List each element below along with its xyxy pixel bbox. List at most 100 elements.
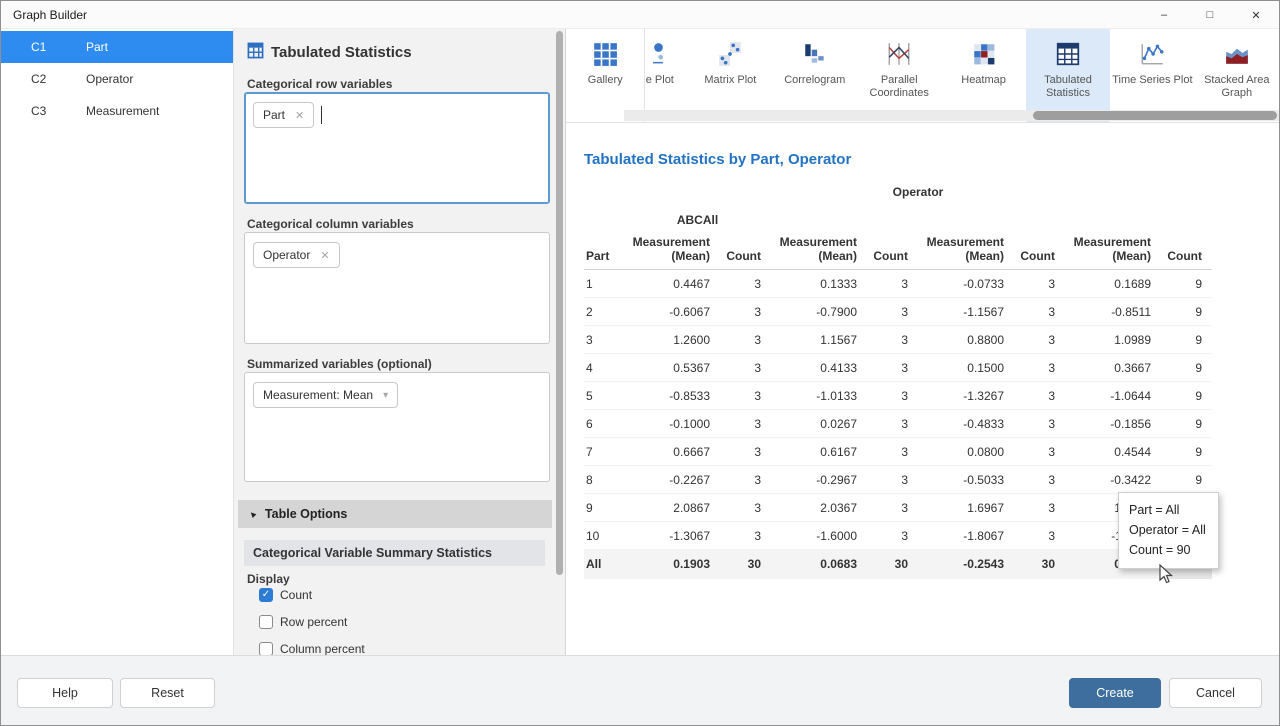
- count-cell[interactable]: 3: [871, 494, 918, 522]
- count-cell[interactable]: 3: [1018, 410, 1065, 438]
- reset-button[interactable]: Reset: [120, 678, 215, 708]
- gallery-item-stacked-area-graph[interactable]: Stacked Area Graph: [1195, 29, 1279, 122]
- count-cell[interactable]: 3: [871, 298, 918, 326]
- mean-cell[interactable]: -0.1000: [624, 410, 724, 438]
- part-cell[interactable]: 1: [584, 270, 624, 298]
- checkbox-box[interactable]: [259, 615, 273, 629]
- mean-cell[interactable]: 1.1567: [771, 326, 871, 354]
- variable-chip-operator[interactable]: Operator ✕: [253, 242, 340, 268]
- part-cell[interactable]: 8: [584, 466, 624, 494]
- mean-cell[interactable]: 0.0267: [771, 410, 871, 438]
- minimize-button[interactable]: –: [1141, 1, 1187, 29]
- count-cell[interactable]: 3: [1018, 438, 1065, 466]
- sidebar-item-measurement[interactable]: C3 Measurement: [1, 95, 233, 127]
- checkbox-box[interactable]: [259, 642, 273, 655]
- count-cell[interactable]: 3: [871, 410, 918, 438]
- count-cell[interactable]: 3: [1018, 326, 1065, 354]
- mean-cell[interactable]: -0.0733: [918, 270, 1018, 298]
- mean-cell[interactable]: -1.3067: [624, 522, 724, 550]
- count-cell[interactable]: 30: [724, 550, 771, 579]
- gallery-item-e-plot[interactable]: e Plot: [645, 29, 688, 122]
- count-cell[interactable]: 9: [1165, 382, 1212, 410]
- count-cell[interactable]: 3: [724, 438, 771, 466]
- count-cell[interactable]: 3: [724, 354, 771, 382]
- maximize-button[interactable]: □: [1187, 1, 1233, 29]
- mean-cell[interactable]: 0.0683: [771, 550, 871, 579]
- part-cell[interactable]: 2: [584, 298, 624, 326]
- chip-remove-icon[interactable]: ✕: [320, 249, 329, 262]
- part-cell[interactable]: 9: [584, 494, 624, 522]
- mean-cell[interactable]: -0.1856: [1065, 410, 1165, 438]
- gallery-scrollbar[interactable]: [624, 110, 1279, 121]
- mean-cell[interactable]: -0.5033: [918, 466, 1018, 494]
- count-cell[interactable]: 9: [1165, 410, 1212, 438]
- count-cell[interactable]: 9: [1165, 326, 1212, 354]
- mean-cell[interactable]: 2.0867: [624, 494, 724, 522]
- mean-cell[interactable]: -0.2267: [624, 466, 724, 494]
- mean-cell[interactable]: -0.8533: [624, 382, 724, 410]
- sidebar-item-operator[interactable]: C2 Operator: [1, 63, 233, 95]
- mean-cell[interactable]: -0.8511: [1065, 298, 1165, 326]
- count-cell[interactable]: 30: [1018, 550, 1065, 579]
- mean-cell[interactable]: 0.1500: [918, 354, 1018, 382]
- count-cell[interactable]: 9: [1165, 354, 1212, 382]
- panel-scrollbar-thumb[interactable]: [556, 31, 563, 575]
- part-cell[interactable]: 10: [584, 522, 624, 550]
- gallery-item-time-series-plot[interactable]: Time Series Plot: [1110, 29, 1194, 122]
- count-cell[interactable]: 3: [871, 354, 918, 382]
- count-cell[interactable]: 3: [724, 326, 771, 354]
- count-cell[interactable]: 3: [1018, 522, 1065, 550]
- gallery-item-parallel-coordinates[interactable]: Parallel Coordinates: [857, 29, 941, 122]
- chevron-down-icon[interactable]: ▾: [383, 390, 388, 401]
- mean-cell[interactable]: 1.0989: [1065, 326, 1165, 354]
- mean-cell[interactable]: -1.8067: [918, 522, 1018, 550]
- count-cell[interactable]: 3: [1018, 466, 1065, 494]
- count-cell[interactable]: 3: [1018, 270, 1065, 298]
- mean-cell[interactable]: -1.1567: [918, 298, 1018, 326]
- count-cell[interactable]: 3: [871, 326, 918, 354]
- gallery-item-matrix-plot[interactable]: Matrix Plot: [688, 29, 772, 122]
- count-cell[interactable]: 3: [871, 466, 918, 494]
- part-cell[interactable]: 3: [584, 326, 624, 354]
- gallery-item-heatmap[interactable]: Heatmap: [941, 29, 1025, 122]
- count-cell[interactable]: 30: [871, 550, 918, 579]
- count-cell[interactable]: 9: [1165, 298, 1212, 326]
- count-cell[interactable]: 3: [724, 270, 771, 298]
- chip-remove-icon[interactable]: ✕: [295, 109, 304, 122]
- gallery-item-gallery[interactable]: Gallery: [566, 29, 645, 122]
- mean-cell[interactable]: 0.8800: [918, 326, 1018, 354]
- mean-cell[interactable]: -0.2967: [771, 466, 871, 494]
- mean-cell[interactable]: 0.5367: [624, 354, 724, 382]
- table-options-header[interactable]: ▲ Table Options: [238, 500, 552, 528]
- count-cell[interactable]: 3: [1018, 494, 1065, 522]
- count-cell[interactable]: 3: [871, 270, 918, 298]
- mean-cell[interactable]: -0.3422: [1065, 466, 1165, 494]
- mean-cell[interactable]: 0.1903: [624, 550, 724, 579]
- gallery-scrollbar-thumb[interactable]: [1033, 111, 1277, 120]
- help-button[interactable]: Help: [17, 678, 113, 708]
- mean-cell[interactable]: 2.0367: [771, 494, 871, 522]
- mean-cell[interactable]: -1.0133: [771, 382, 871, 410]
- mean-cell[interactable]: 0.4467: [624, 270, 724, 298]
- variable-chip-part[interactable]: Part ✕: [253, 102, 314, 128]
- count-cell[interactable]: 3: [724, 522, 771, 550]
- count-cell[interactable]: 3: [724, 466, 771, 494]
- gallery-item-correlogram[interactable]: Correlogram: [773, 29, 857, 122]
- create-button[interactable]: Create: [1069, 678, 1161, 708]
- mean-cell[interactable]: -0.4833: [918, 410, 1018, 438]
- checkbox-count[interactable]: ✓ Count: [259, 588, 312, 602]
- part-cell[interactable]: All: [584, 550, 624, 579]
- mean-cell[interactable]: 1.2600: [624, 326, 724, 354]
- column-variables-dropzone[interactable]: Operator ✕: [244, 232, 550, 344]
- checkbox-box[interactable]: ✓: [259, 588, 273, 602]
- mean-cell[interactable]: 0.6167: [771, 438, 871, 466]
- mean-cell[interactable]: 0.4544: [1065, 438, 1165, 466]
- mean-cell[interactable]: 0.0800: [918, 438, 1018, 466]
- count-cell[interactable]: 3: [724, 382, 771, 410]
- gallery-item-tabulated-statistics[interactable]: Tabulated Statistics: [1026, 29, 1110, 122]
- mean-cell[interactable]: 0.1333: [771, 270, 871, 298]
- mean-cell[interactable]: -0.2543: [918, 550, 1018, 579]
- mean-cell[interactable]: 0.4133: [771, 354, 871, 382]
- panel-scrollbar[interactable]: [556, 31, 563, 649]
- sidebar-item-part[interactable]: C1 Part: [1, 31, 233, 63]
